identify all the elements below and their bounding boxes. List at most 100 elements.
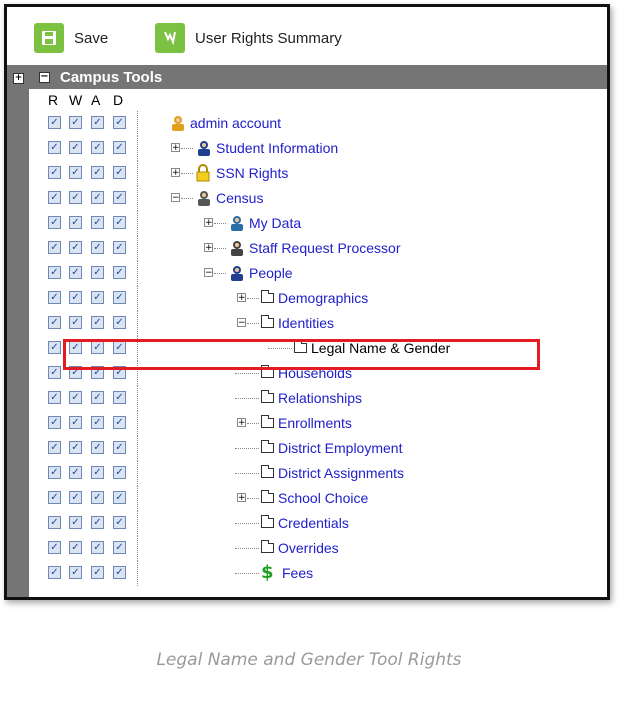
checkbox-w[interactable]: ✓ (69, 216, 82, 229)
checkbox-r[interactable]: ✓ (48, 491, 61, 504)
tree-item-label[interactable]: Identities (278, 315, 334, 331)
checkbox-d[interactable]: ✓ (113, 466, 126, 479)
checkbox-r[interactable]: ✓ (48, 241, 61, 254)
checkbox-d[interactable]: ✓ (113, 291, 126, 304)
checkbox-r[interactable]: ✓ (48, 466, 61, 479)
tree-item-label[interactable]: Legal Name & Gender (311, 340, 450, 356)
expand-icon[interactable]: + (171, 168, 180, 178)
checkbox-d[interactable]: ✓ (113, 141, 126, 154)
checkbox-a[interactable]: ✓ (91, 116, 104, 129)
checkbox-r[interactable]: ✓ (48, 266, 61, 279)
expand-icon[interactable]: + (237, 493, 246, 503)
checkbox-r[interactable]: ✓ (48, 566, 61, 579)
checkbox-a[interactable]: ✓ (91, 191, 104, 204)
checkbox-w[interactable]: ✓ (69, 341, 82, 354)
checkbox-a[interactable]: ✓ (91, 416, 104, 429)
checkbox-w[interactable]: ✓ (69, 316, 82, 329)
tree-item-label[interactable]: District Employment (278, 440, 402, 456)
tree-item-label[interactable]: Relationships (278, 390, 362, 406)
tree-item-label[interactable]: Enrollments (278, 415, 352, 431)
checkbox-a[interactable]: ✓ (91, 491, 104, 504)
checkbox-r[interactable]: ✓ (48, 166, 61, 179)
tree-item-label[interactable]: Staff Request Processor (249, 240, 400, 256)
checkbox-d[interactable]: ✓ (113, 516, 126, 529)
checkbox-w[interactable]: ✓ (69, 491, 82, 504)
expand-icon[interactable]: + (204, 243, 213, 253)
checkbox-d[interactable]: ✓ (113, 441, 126, 454)
checkbox-d[interactable]: ✓ (113, 191, 126, 204)
checkbox-a[interactable]: ✓ (91, 516, 104, 529)
checkbox-r[interactable]: ✓ (48, 541, 61, 554)
checkbox-w[interactable]: ✓ (69, 141, 82, 154)
checkbox-a[interactable]: ✓ (91, 441, 104, 454)
checkbox-w[interactable]: ✓ (69, 291, 82, 304)
checkbox-w[interactable]: ✓ (69, 191, 82, 204)
tree-item-label[interactable]: Households (278, 365, 352, 381)
checkbox-d[interactable]: ✓ (113, 566, 126, 579)
checkbox-a[interactable]: ✓ (91, 541, 104, 554)
checkbox-r[interactable]: ✓ (48, 116, 61, 129)
checkbox-w[interactable]: ✓ (69, 416, 82, 429)
checkbox-r[interactable]: ✓ (48, 216, 61, 229)
tree-item-label[interactable]: Overrides (278, 540, 339, 556)
checkbox-w[interactable]: ✓ (69, 466, 82, 479)
tree-item-label[interactable]: SSN Rights (216, 165, 288, 181)
checkbox-a[interactable]: ✓ (91, 366, 104, 379)
tree-item-label[interactable]: Demographics (278, 290, 368, 306)
expand-icon[interactable]: + (204, 218, 213, 228)
checkbox-a[interactable]: ✓ (91, 391, 104, 404)
checkbox-a[interactable]: ✓ (91, 241, 104, 254)
checkbox-w[interactable]: ✓ (69, 116, 82, 129)
collapse-node-icon[interactable]: − (237, 318, 246, 328)
tree-item-label[interactable]: admin account (190, 115, 281, 131)
checkbox-a[interactable]: ✓ (91, 166, 104, 179)
checkbox-a[interactable]: ✓ (91, 216, 104, 229)
expand-icon[interactable]: + (237, 418, 246, 428)
checkbox-r[interactable]: ✓ (48, 141, 61, 154)
checkbox-a[interactable]: ✓ (91, 566, 104, 579)
checkbox-d[interactable]: ✓ (113, 491, 126, 504)
expand-all-icon[interactable]: + (13, 73, 24, 84)
checkbox-r[interactable]: ✓ (48, 191, 61, 204)
checkbox-w[interactable]: ✓ (69, 266, 82, 279)
checkbox-r[interactable]: ✓ (48, 291, 61, 304)
checkbox-a[interactable]: ✓ (91, 266, 104, 279)
checkbox-w[interactable]: ✓ (69, 166, 82, 179)
collapse-node-icon[interactable]: − (204, 268, 213, 278)
checkbox-w[interactable]: ✓ (69, 566, 82, 579)
user-rights-summary-button[interactable]: User Rights Summary (155, 23, 342, 53)
checkbox-a[interactable]: ✓ (91, 141, 104, 154)
tree-item-label[interactable]: Fees (282, 565, 313, 581)
checkbox-d[interactable]: ✓ (113, 216, 126, 229)
checkbox-a[interactable]: ✓ (91, 466, 104, 479)
checkbox-d[interactable]: ✓ (113, 116, 126, 129)
tree-item-label[interactable]: School Choice (278, 490, 368, 506)
checkbox-r[interactable]: ✓ (48, 516, 61, 529)
checkbox-w[interactable]: ✓ (69, 366, 82, 379)
checkbox-r[interactable]: ✓ (48, 366, 61, 379)
checkbox-a[interactable]: ✓ (91, 316, 104, 329)
checkbox-w[interactable]: ✓ (69, 241, 82, 254)
tree-item-label[interactable]: Credentials (278, 515, 349, 531)
tree-item-label[interactable]: People (249, 265, 293, 281)
expand-icon[interactable]: + (171, 143, 180, 153)
collapse-icon[interactable]: − (39, 71, 50, 83)
tree-item-label[interactable]: District Assignments (278, 465, 404, 481)
checkbox-w[interactable]: ✓ (69, 541, 82, 554)
checkbox-r[interactable]: ✓ (48, 416, 61, 429)
checkbox-d[interactable]: ✓ (113, 366, 126, 379)
checkbox-d[interactable]: ✓ (113, 541, 126, 554)
checkbox-r[interactable]: ✓ (48, 391, 61, 404)
expand-icon[interactable]: + (237, 293, 246, 303)
tree-item-label[interactable]: My Data (249, 215, 301, 231)
checkbox-d[interactable]: ✓ (113, 166, 126, 179)
checkbox-a[interactable]: ✓ (91, 291, 104, 304)
checkbox-w[interactable]: ✓ (69, 391, 82, 404)
checkbox-w[interactable]: ✓ (69, 441, 82, 454)
checkbox-d[interactable]: ✓ (113, 241, 126, 254)
checkbox-r[interactable]: ✓ (48, 441, 61, 454)
checkbox-d[interactable]: ✓ (113, 341, 126, 354)
checkbox-d[interactable]: ✓ (113, 266, 126, 279)
checkbox-a[interactable]: ✓ (91, 341, 104, 354)
collapse-node-icon[interactable]: − (171, 193, 180, 203)
